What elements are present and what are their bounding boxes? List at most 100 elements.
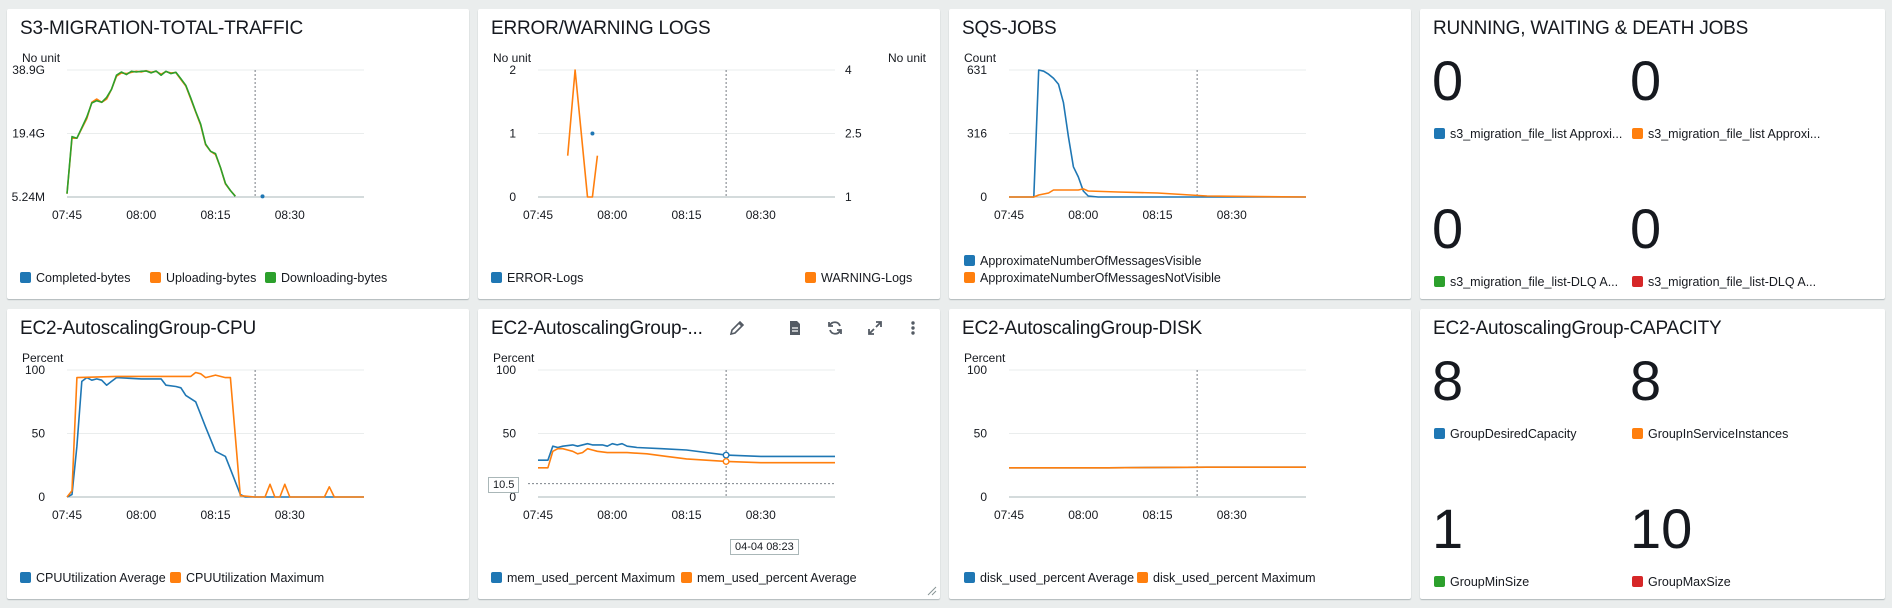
y-tick-label: 100 bbox=[496, 363, 516, 377]
traffic-line-chart[interactable]: 38.9G 19.4G 5.24M 07:45 08:00 08:15 08:30 bbox=[7, 9, 469, 299]
legend-swatch bbox=[491, 572, 502, 583]
crosshair-x-value: 04-04 08:23 bbox=[730, 539, 799, 555]
y-tick-label: 100 bbox=[25, 363, 45, 377]
legend-item-messages-visible[interactable]: ApproximateNumberOfMessagesVisible bbox=[964, 254, 1201, 268]
legend-swatch bbox=[170, 572, 181, 583]
y-tick-label-right: 1 bbox=[845, 190, 852, 204]
widget-sqs-jobs[interactable]: SQS-JOBS Count 631 316 0 07:45 08:00 08:15 08:… bbox=[949, 9, 1411, 299]
memory-line-chart[interactable]: 10050007:45 08:00 08:15 08:30 bbox=[478, 309, 940, 599]
x-tick-label: 08:30 bbox=[275, 508, 305, 522]
legend-swatch bbox=[1632, 576, 1643, 587]
x-tick-label: 08:30 bbox=[746, 508, 776, 522]
x-tick-label: 08:30 bbox=[1217, 508, 1247, 522]
metric-value: 0 bbox=[1630, 49, 1662, 112]
metric-label: s3_migration_file_list-DLQ A... bbox=[1632, 275, 1816, 289]
x-tick-label: 07:45 bbox=[523, 208, 553, 222]
legend-item-error-logs[interactable]: ERROR-Logs bbox=[491, 271, 583, 285]
legend-item-uploading-bytes[interactable]: Uploading-bytes bbox=[150, 271, 256, 285]
x-tick-label: 08:00 bbox=[1068, 508, 1098, 522]
y-tick-label: 50 bbox=[32, 427, 46, 441]
metric-value: 0 bbox=[1630, 197, 1662, 260]
widget-ec2-asg-disk[interactable]: EC2-AutoscalingGroup-DISK Percent 100 50 0… bbox=[949, 309, 1411, 599]
metric-label: GroupInServiceInstances bbox=[1632, 427, 1788, 441]
x-tick-label: 08:00 bbox=[126, 508, 156, 522]
y-tick-label: 0 bbox=[509, 190, 516, 204]
x-tick-label: 08:15 bbox=[200, 508, 230, 522]
legend-item-warning-logs[interactable]: WARNING-Logs bbox=[805, 271, 912, 285]
disk-line-chart[interactable]: 100 50 0 07:45 08:00 08:15 08:30 bbox=[949, 309, 1411, 599]
legend-swatch bbox=[964, 572, 975, 583]
y-tick-label: 1 bbox=[509, 127, 516, 141]
legend-swatch bbox=[964, 255, 975, 266]
y-tick-label: 50 bbox=[974, 427, 988, 441]
legend-swatch bbox=[1632, 128, 1643, 139]
legend-item-disk-average[interactable]: disk_used_percent Average bbox=[964, 571, 1134, 585]
legend-swatch bbox=[491, 272, 502, 283]
y-tick-label: 0 bbox=[980, 490, 987, 504]
legend-swatch bbox=[805, 272, 816, 283]
series-line bbox=[1009, 466, 1306, 469]
legend-swatch bbox=[150, 272, 161, 283]
x-tick-label: 08:15 bbox=[1142, 508, 1172, 522]
x-tick-label: 08:15 bbox=[671, 208, 701, 222]
widget-title: RUNNING, WAITING & DEATH JOBS bbox=[1433, 18, 1749, 39]
x-tick-label: 07:45 bbox=[994, 508, 1024, 522]
logs-line-chart[interactable]: 2 1 0 4 2.5 1 07:45 08:00 08:15 08:30 bbox=[478, 9, 940, 299]
metric-label: s3_migration_file_list-DLQ A... bbox=[1434, 275, 1618, 289]
x-tick-label: 08:15 bbox=[1142, 208, 1172, 222]
legend-swatch bbox=[1434, 276, 1445, 287]
legend-item-downloading-bytes[interactable]: Downloading-bytes bbox=[265, 271, 387, 285]
resize-handle-icon[interactable] bbox=[927, 586, 937, 596]
x-tick-label: 08:00 bbox=[126, 208, 156, 222]
x-tick-label: 08:30 bbox=[1217, 208, 1247, 222]
y-tick-label: 38.9G bbox=[12, 63, 45, 77]
x-tick-label: 07:45 bbox=[52, 508, 82, 522]
legend-swatch bbox=[1434, 128, 1445, 139]
widget-s3-migration-total-traffic[interactable]: S3-MIGRATION-TOTAL-TRAFFIC No unit 38.9G… bbox=[7, 9, 469, 299]
metric-value: 0 bbox=[1432, 197, 1464, 260]
x-tick-label: 08:00 bbox=[1068, 208, 1098, 222]
legend-item-cpu-maximum[interactable]: CPUUtilization Maximum bbox=[170, 571, 324, 585]
legend-swatch bbox=[1632, 276, 1643, 287]
widget-ec2-asg-cpu[interactable]: EC2-AutoscalingGroup-CPU Percent 100 50 0 0… bbox=[7, 309, 469, 599]
series-line bbox=[538, 447, 835, 469]
widget-error-warning-logs[interactable]: ERROR/WARNING LOGS No unit No unit 21042… bbox=[478, 9, 940, 299]
widget-running-waiting-death-jobs[interactable]: RUNNING, WAITING & DEATH JOBS 0 s3_migra… bbox=[1420, 9, 1885, 299]
legend-swatch bbox=[1137, 572, 1148, 583]
widget-ec2-asg-memory[interactable]: EC2-AutoscalingGroup-... Percent 100 50 0 0… bbox=[478, 309, 940, 599]
legend-item-mem-average[interactable]: mem_used_percent Average bbox=[681, 571, 857, 585]
y-tick-label: 19.4G bbox=[12, 127, 45, 141]
y-tick-label: 631 bbox=[967, 63, 987, 77]
widget-ec2-asg-capacity[interactable]: EC2-AutoscalingGroup-CAPACITY 8 GroupDes… bbox=[1420, 309, 1885, 599]
metric-label: s3_migration_file_list Approxi... bbox=[1632, 127, 1820, 141]
y-tick-label: 0 bbox=[38, 490, 45, 504]
legend-item-completed-bytes[interactable]: Completed-bytes bbox=[20, 271, 131, 285]
cpu-line-chart[interactable]: 100 50 0 07:45 08:00 08:15 08:30 bbox=[7, 309, 469, 599]
x-tick-label: 08:15 bbox=[200, 208, 230, 222]
legend-swatch bbox=[20, 272, 31, 283]
series-line bbox=[66, 371, 364, 498]
x-tick-label: 08:30 bbox=[275, 208, 305, 222]
y-tick-label-right: 4 bbox=[845, 63, 852, 77]
widget-title: EC2-AutoscalingGroup-CAPACITY bbox=[1433, 318, 1722, 339]
legend-item-cpu-average[interactable]: CPUUtilization Average bbox=[20, 571, 166, 585]
legend-item-messages-not-visible[interactable]: ApproximateNumberOfMessagesNotVisible bbox=[964, 271, 1221, 285]
legend-swatch bbox=[1632, 428, 1643, 439]
metric-label: GroupDesiredCapacity bbox=[1434, 427, 1576, 441]
series-point bbox=[260, 194, 265, 199]
legend-swatch bbox=[1434, 576, 1445, 587]
x-tick-label: 07:45 bbox=[994, 208, 1024, 222]
legend-item-disk-maximum[interactable]: disk_used_percent Maximum bbox=[1137, 571, 1316, 585]
legend-swatch bbox=[20, 572, 31, 583]
series-line bbox=[66, 376, 364, 498]
x-tick-label: 07:45 bbox=[52, 208, 82, 222]
metric-value: 0 bbox=[1432, 49, 1464, 112]
crosshair-point bbox=[722, 457, 730, 465]
metric-label: GroupMinSize bbox=[1434, 575, 1529, 589]
legend-item-mem-maximum[interactable]: mem_used_percent Maximum bbox=[491, 571, 675, 585]
x-tick-label: 08:30 bbox=[746, 208, 776, 222]
y-tick-label-right: 2.5 bbox=[845, 127, 862, 141]
metric-value: 10 bbox=[1630, 497, 1693, 560]
legend-swatch bbox=[1434, 428, 1445, 439]
legend-swatch bbox=[681, 572, 692, 583]
